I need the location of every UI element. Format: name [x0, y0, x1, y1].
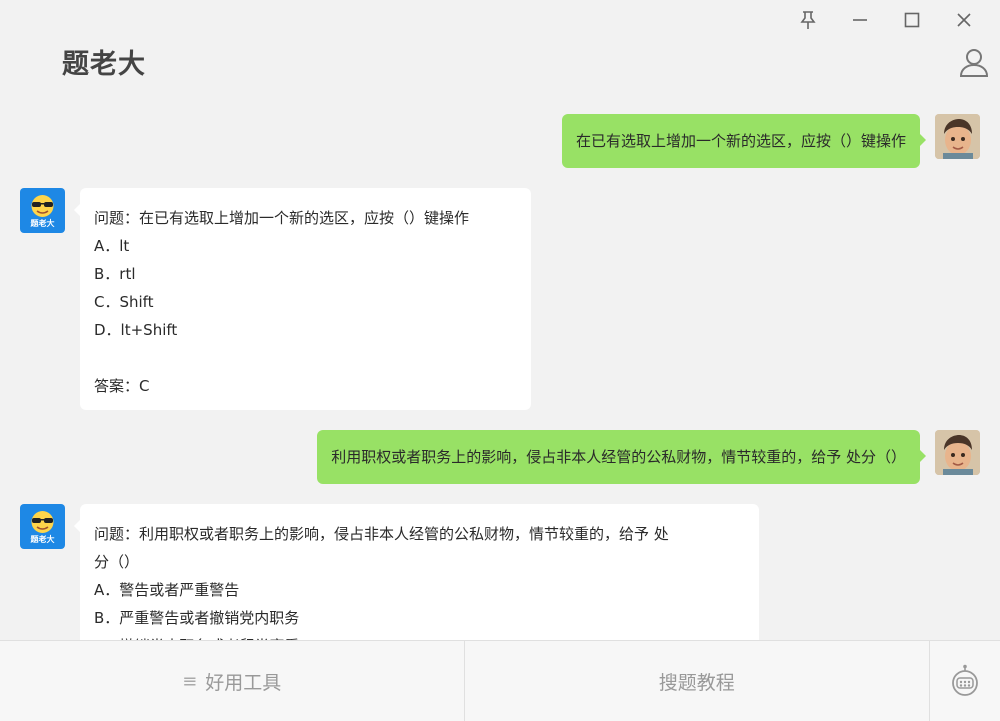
answer-line: 答案：C [94, 377, 150, 395]
tools-button[interactable]: ≡ 好用工具 [0, 641, 465, 721]
menu-icon: ≡ [182, 670, 198, 692]
option-c: C．撤销党内职务或者留党察看 [94, 632, 745, 640]
bot-message: 问题：在已有选取上增加一个新的选区，应按（）键操作 A．lt B．rtl C．S… [74, 188, 531, 410]
user-avatar-image [935, 114, 980, 159]
minimize-button[interactable] [834, 6, 886, 34]
maximize-icon [904, 12, 920, 28]
user-message: 在已有选取上增加一个新的选区，应按（）键操作 [561, 114, 927, 168]
robot-button[interactable] [930, 641, 1000, 721]
robot-icon [952, 664, 978, 696]
tools-label: 好用工具 [205, 671, 282, 694]
user-avatar[interactable] [935, 430, 980, 475]
user-avatar-image [935, 430, 980, 475]
option-b: B．rtl [94, 265, 136, 283]
close-button[interactable] [938, 6, 990, 34]
option-a: A．警告或者严重警告 [94, 581, 240, 599]
chat-area[interactable]: 在已有选取上增加一个新的选区，应按（）键操作 题老大 问题：在已有选取上增加一个… [0, 100, 1000, 640]
app-title: 题老大 [62, 49, 146, 80]
bot-message: 问题：利用职权或者职务上的影响，侵占非本人经管的公私财物，情节较重的，给予 处 … [74, 504, 759, 640]
option-c: C．Shift [94, 293, 154, 311]
user-message-text: 利用职权或者职务上的影响，侵占非本人经管的公私财物，情节较重的，给予 处分（） [317, 430, 926, 484]
bot-avatar[interactable]: 题老大 [20, 188, 65, 233]
bot-avatar-label: 题老大 [30, 219, 55, 228]
pin-icon [800, 11, 816, 29]
bottom-toolbar: ≡ 好用工具 搜题教程 [0, 640, 1000, 721]
user-icon [959, 49, 989, 77]
user-profile-button[interactable] [958, 46, 990, 78]
bot-answer-card: 问题：利用职权或者职务上的影响，侵占非本人经管的公私财物，情节较重的，给予 处 … [74, 504, 759, 640]
minimize-icon [853, 19, 867, 21]
bot-avatar-label: 题老大 [30, 535, 55, 544]
question-line: 问题：利用职权或者职务上的影响，侵占非本人经管的公私财物，情节较重的，给予 处 [94, 525, 669, 543]
option-d: D．lt+Shift [94, 321, 178, 339]
question-line-continued: 分（） [94, 553, 140, 571]
pin-button[interactable] [782, 6, 834, 34]
question-line: 问题：在已有选取上增加一个新的选区，应按（）键操作 [94, 209, 470, 227]
tutorial-button[interactable]: 搜题教程 [465, 641, 931, 721]
option-a: A．lt [94, 237, 130, 255]
option-b: B．严重警告或者撤销党内职务 [94, 609, 300, 627]
tutorial-label: 搜题教程 [658, 671, 735, 694]
bot-answer-card: 问题：在已有选取上增加一个新的选区，应按（）键操作 A．lt B．rtl C．S… [74, 188, 531, 410]
window-controls [782, 6, 990, 34]
bot-avatar[interactable]: 题老大 [20, 504, 65, 549]
user-avatar[interactable] [935, 114, 980, 159]
user-message-text: 在已有选取上增加一个新的选区，应按（）键操作 [561, 114, 927, 168]
maximize-button[interactable] [886, 6, 938, 34]
close-icon [957, 13, 971, 27]
user-message: 利用职权或者职务上的影响，侵占非本人经管的公私财物，情节较重的，给予 处分（） [317, 430, 926, 484]
